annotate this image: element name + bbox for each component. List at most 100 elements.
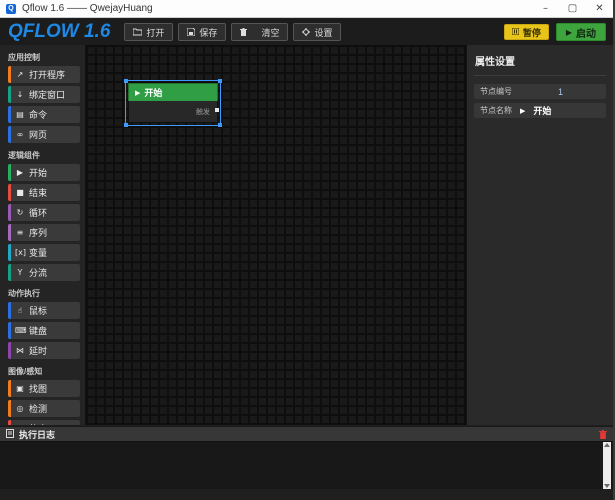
sidebar-item-still[interactable]: □ 静止 (8, 420, 80, 425)
sidebar-item-end[interactable]: ■ 结束 (8, 184, 80, 201)
start-node-title: 开始 (144, 86, 162, 99)
mouse-icon: ☝ (15, 306, 25, 315)
bind-window-icon: ↓ (15, 90, 25, 99)
main-area: 应用控制 ↗ 打开程序 ↓ 绑定窗口 ▤ 命令 ∞ 网页 逻辑组件 ▶ 开始 (0, 45, 613, 425)
start-node-header[interactable]: ▶ 开始 (128, 83, 218, 101)
flow-canvas[interactable]: ▶ 开始 触发 (85, 45, 467, 425)
trigger-port-label: 触发 (196, 107, 210, 117)
settings-button[interactable]: 设置 (293, 23, 341, 41)
section-title-perception: 图像/感知 (0, 362, 85, 380)
sidebar-item-label: 序列 (29, 226, 47, 239)
title-bar: Q Qflow 1.6 —— QwejayHuang – ▢ ✕ (0, 0, 613, 18)
start-button-label: 启动 (576, 25, 596, 40)
section-title-app-control: 应用控制 (0, 48, 85, 66)
play-icon: ▶ (135, 89, 140, 97)
sidebar-item-sequence[interactable]: ≡ 序列 (8, 224, 80, 241)
log-scrollbar[interactable] (603, 442, 611, 489)
play-icon: ▶ (566, 28, 572, 37)
start-node[interactable]: ▶ 开始 触发 (128, 83, 218, 123)
sidebar-item-label: 结束 (29, 186, 47, 199)
command-icon: ▤ (15, 110, 25, 119)
sidebar-item-command[interactable]: ▤ 命令 (8, 106, 80, 123)
sequence-icon: ≡ (15, 228, 25, 237)
delay-icon: ⋈ (15, 346, 25, 355)
log-title: 执行日志 (19, 428, 55, 441)
section-title-logic: 逻辑组件 (0, 146, 85, 164)
trash-icon (240, 28, 247, 36)
selection-handle[interactable] (218, 123, 222, 127)
sidebar-item-branch[interactable]: Y 分流 (8, 264, 80, 281)
loop-icon: ↻ (15, 208, 25, 217)
sidebar-item-label: 鼠标 (29, 304, 47, 317)
node-id-value: 1 (558, 87, 563, 97)
node-name-label: 节点名称 (480, 105, 512, 116)
node-id-row[interactable]: 节点编号 1 (474, 84, 606, 99)
start-button[interactable]: ▶ 启动 (556, 23, 606, 41)
app-logo-text: QFLOW 1.6 (8, 19, 110, 45)
sidebar-item-label: 绑定窗口 (29, 88, 65, 101)
sidebar-item-label: 分流 (29, 266, 47, 279)
sidebar-item-start[interactable]: ▶ 开始 (8, 164, 80, 181)
sidebar-item-open-program[interactable]: ↗ 打开程序 (8, 66, 80, 83)
output-port[interactable] (215, 108, 219, 112)
clear-button[interactable]: 清空 (231, 23, 288, 41)
log-output-area (0, 441, 613, 489)
sidebar-item-find-image[interactable]: ▣ 找图 (8, 380, 80, 397)
sidebar-item-label: 网页 (29, 128, 47, 141)
sidebar-item-loop[interactable]: ↻ 循环 (8, 204, 80, 221)
find-image-icon: ▣ (15, 384, 25, 393)
sidebar-item-detect[interactable]: ◎ 检测 (8, 400, 80, 417)
selection-handle[interactable] (124, 123, 128, 127)
window-bottom-edge (0, 489, 613, 500)
sidebar-item-variable[interactable]: [x] 变量 (8, 244, 80, 261)
section-title-action: 动作执行 (0, 284, 85, 302)
open-button-label: 打开 (146, 26, 164, 39)
sidebar-item-label: 找图 (29, 382, 47, 395)
sidebar-item-label: 循环 (29, 206, 47, 219)
scroll-up-icon[interactable] (604, 443, 610, 447)
maximize-button[interactable]: ▢ (559, 0, 586, 17)
sidebar-item-mouse[interactable]: ☝ 鼠标 (8, 302, 80, 319)
gear-icon (302, 28, 310, 36)
close-button[interactable]: ✕ (586, 0, 613, 17)
webpage-icon: ∞ (15, 130, 25, 139)
sidebar-item-bind-window[interactable]: ↓ 绑定窗口 (8, 86, 80, 103)
save-button-label: 保存 (199, 26, 217, 39)
variable-icon: [x] (15, 248, 25, 257)
clear-log-button[interactable] (599, 430, 607, 439)
sidebar-item-label: 键盘 (29, 324, 47, 337)
sidebar-item-label: 检测 (29, 402, 47, 415)
floppy-save-icon (187, 28, 195, 36)
still-icon: □ (15, 424, 25, 425)
settings-button-label: 设置 (314, 26, 332, 39)
properties-title: 属性设置 (474, 51, 606, 76)
sidebar-item-webpage[interactable]: ∞ 网页 (8, 126, 80, 143)
node-name-row[interactable]: 节点名称 ▶ 开始 (474, 103, 606, 118)
keyboard-icon: ⌨ (15, 326, 25, 335)
properties-panel: 属性设置 节点编号 1 节点名称 ▶ 开始 (467, 45, 613, 425)
minimize-button[interactable]: – (532, 0, 559, 17)
play-icon: ▶ (520, 107, 525, 115)
sidebar-item-delay[interactable]: ⋈ 延时 (8, 342, 80, 359)
selection-handle[interactable] (124, 79, 128, 83)
sidebar-item-label: 命令 (29, 108, 47, 121)
component-sidebar: 应用控制 ↗ 打开程序 ↓ 绑定窗口 ▤ 命令 ∞ 网页 逻辑组件 ▶ 开始 (0, 45, 85, 425)
selection-handle[interactable] (218, 79, 222, 83)
log-header: 执行日志 (0, 426, 613, 441)
open-button[interactable]: 打开 (124, 23, 173, 41)
clear-button-label: 清空 (261, 26, 279, 39)
sidebar-item-keyboard[interactable]: ⌨ 键盘 (8, 322, 80, 339)
run-controls: 暂停 ▶ 启动 (504, 23, 606, 41)
sidebar-item-label: 打开程序 (29, 68, 65, 81)
pause-button-label: 暂停 (523, 26, 541, 39)
pause-button[interactable]: 暂停 (504, 24, 549, 40)
open-program-icon: ↗ (15, 70, 25, 79)
app-window: Q Qflow 1.6 —— QwejayHuang – ▢ ✕ QFLOW 1… (0, 0, 615, 500)
folder-open-icon (133, 28, 142, 36)
end-icon: ■ (15, 188, 25, 197)
start-node-body: 触发 (128, 101, 218, 123)
save-button[interactable]: 保存 (178, 23, 226, 41)
scroll-down-icon[interactable] (604, 484, 610, 488)
app-logo-icon: Q (6, 4, 16, 14)
sidebar-item-label: 静止 (29, 422, 47, 425)
